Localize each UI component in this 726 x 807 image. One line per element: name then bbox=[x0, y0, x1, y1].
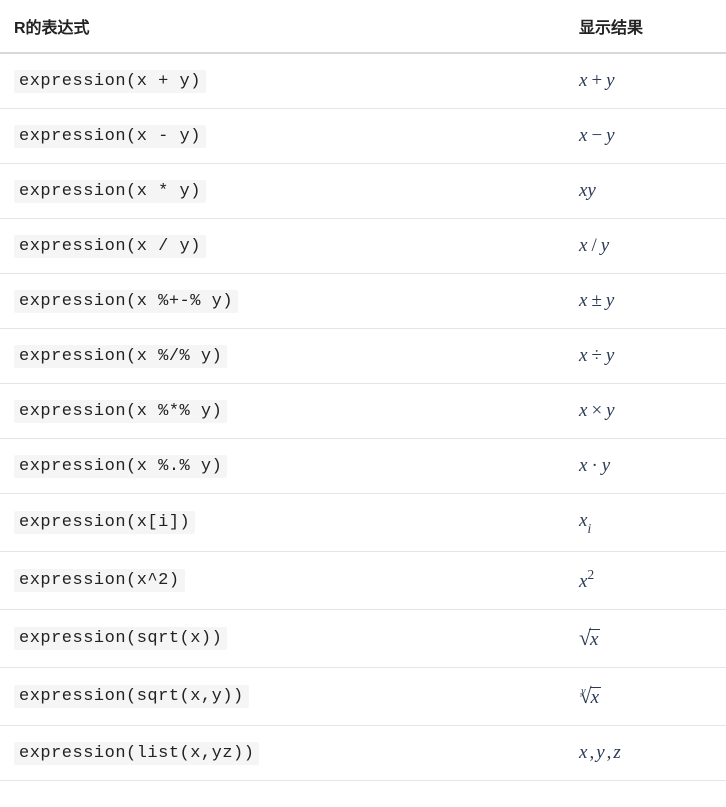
cell-result: x−y bbox=[565, 109, 726, 164]
r-expression-code: expression(x %/% y) bbox=[14, 345, 227, 368]
cell-result: y√x bbox=[565, 668, 726, 726]
table-row: expression(x %+-% y) x±y bbox=[0, 274, 726, 329]
cell-result: x/y bbox=[565, 219, 726, 274]
r-expression-code: expression(x + y) bbox=[14, 70, 206, 93]
r-expression-code: expression(x / y) bbox=[14, 235, 206, 258]
cell-expression: expression(x * y) bbox=[0, 164, 565, 219]
r-expression-code: expression(list(x,yz)) bbox=[14, 742, 259, 765]
cell-expression: expression(x^2) bbox=[0, 551, 565, 609]
math-output: x·y bbox=[579, 455, 610, 476]
cell-result: x×y bbox=[565, 384, 726, 439]
cell-result: x2 bbox=[565, 551, 726, 609]
math-output: √x bbox=[579, 629, 600, 650]
table-row: expression(x[i]) xi bbox=[0, 494, 726, 552]
table-row: expression(x / y) x/y bbox=[0, 219, 726, 274]
table-row: expression(x + y) x+y bbox=[0, 53, 726, 109]
r-expression-code: expression(x^2) bbox=[14, 569, 185, 592]
math-output: y√x bbox=[579, 687, 601, 708]
math-output: x×y bbox=[579, 400, 615, 421]
math-output: x2 bbox=[579, 571, 594, 592]
math-output: x/y bbox=[579, 235, 609, 256]
table-row: expression(x * y) xy bbox=[0, 164, 726, 219]
cell-result: √x bbox=[565, 610, 726, 668]
r-expression-code: expression(x %.% y) bbox=[14, 455, 227, 478]
math-output: x±y bbox=[579, 290, 614, 311]
math-output: x,y,z bbox=[579, 742, 621, 763]
math-output: xi bbox=[579, 510, 591, 531]
r-expression-code: expression(x %+-% y) bbox=[14, 290, 238, 313]
cell-expression: expression(sqrt(x)) bbox=[0, 610, 565, 668]
table-row: expression(x - y) x−y bbox=[0, 109, 726, 164]
table-row: expression(x %.% y) x·y bbox=[0, 439, 726, 494]
cell-result: x÷y bbox=[565, 329, 726, 384]
table-row: expression(x %*% y) x×y bbox=[0, 384, 726, 439]
cell-expression: expression(x / y) bbox=[0, 219, 565, 274]
r-expression-code: expression(sqrt(x,y)) bbox=[14, 685, 249, 708]
header-result: 显示结果 bbox=[565, 0, 726, 53]
table-row: expression(list(x,yz)) x,y,z bbox=[0, 726, 726, 781]
cell-expression: expression(x[i]) bbox=[0, 494, 565, 552]
cell-result: x,y,z bbox=[565, 726, 726, 781]
r-expression-code: expression(x - y) bbox=[14, 125, 206, 148]
math-output: x+y bbox=[579, 70, 615, 91]
math-output: xy bbox=[579, 180, 596, 201]
cell-expression: expression(x %/% y) bbox=[0, 329, 565, 384]
cell-result: x·y bbox=[565, 439, 726, 494]
cell-expression: expression(x %.% y) bbox=[0, 439, 565, 494]
cell-result: x±y bbox=[565, 274, 726, 329]
table-row: expression(sqrt(x,y)) y√x bbox=[0, 668, 726, 726]
header-expression: R的表达式 bbox=[0, 0, 565, 53]
r-expression-code: expression(sqrt(x)) bbox=[14, 627, 227, 650]
cell-result: xi bbox=[565, 494, 726, 552]
cell-expression: expression(list(x,yz)) bbox=[0, 726, 565, 781]
cell-result: xy bbox=[565, 164, 726, 219]
math-output: x÷y bbox=[579, 345, 614, 366]
cell-expression: expression(x - y) bbox=[0, 109, 565, 164]
r-expression-code: expression(x * y) bbox=[14, 180, 206, 203]
table-row: expression(x %/% y) x÷y bbox=[0, 329, 726, 384]
cell-expression: expression(x %+-% y) bbox=[0, 274, 565, 329]
cell-expression: expression(sqrt(x,y)) bbox=[0, 668, 565, 726]
r-expression-code: expression(x %*% y) bbox=[14, 400, 227, 423]
expression-table: R的表达式 显示结果 expression(x + y)x+yexpressio… bbox=[0, 0, 726, 781]
math-output: x−y bbox=[579, 125, 615, 146]
cell-expression: expression(x + y) bbox=[0, 53, 565, 109]
cell-result: x+y bbox=[565, 53, 726, 109]
table-row: expression(x^2) x2 bbox=[0, 551, 726, 609]
r-expression-code: expression(x[i]) bbox=[14, 511, 195, 534]
table-row: expression(sqrt(x)) √x bbox=[0, 610, 726, 668]
cell-expression: expression(x %*% y) bbox=[0, 384, 565, 439]
